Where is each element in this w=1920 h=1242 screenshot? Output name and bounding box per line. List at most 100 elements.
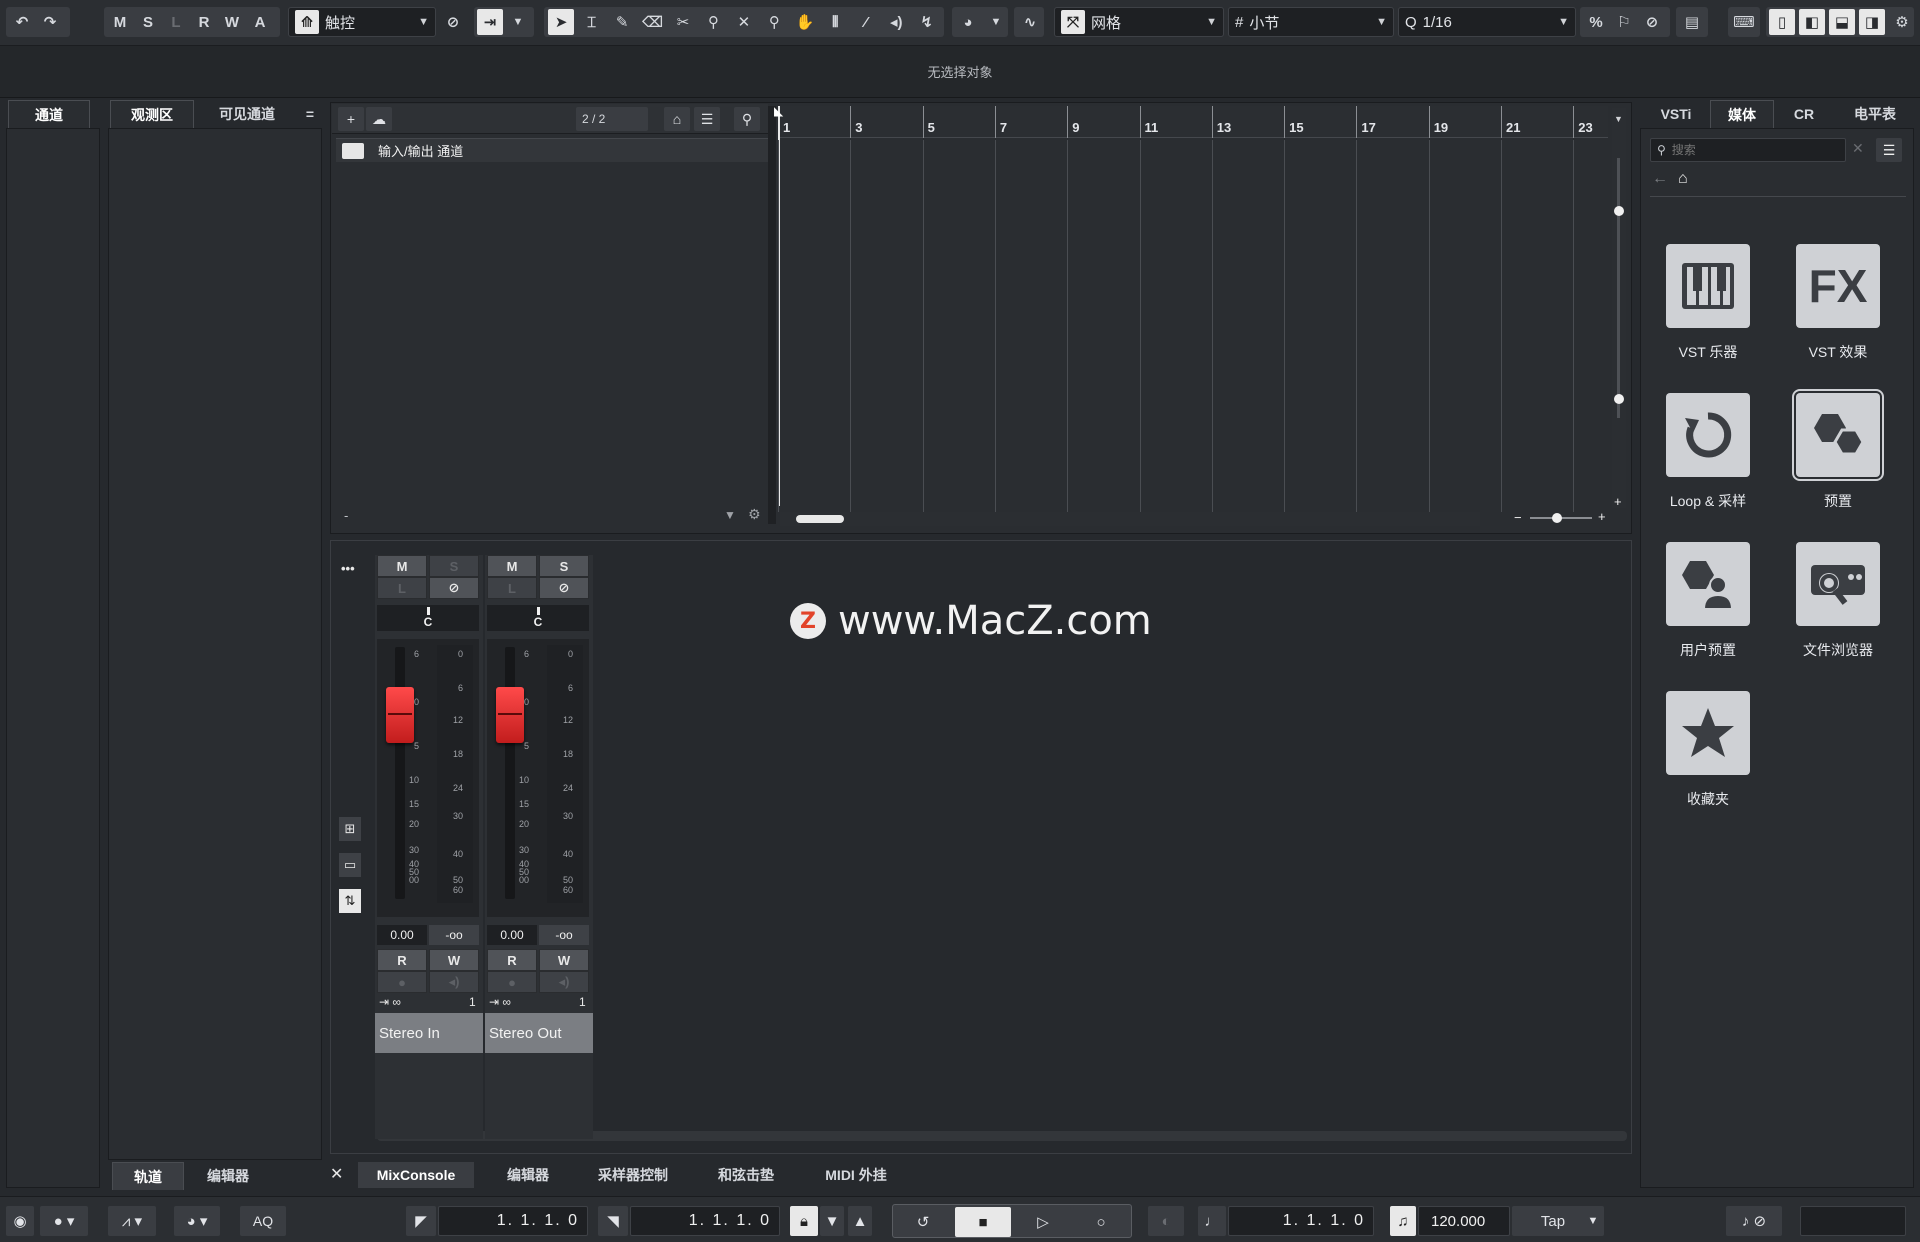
back-arrow-icon[interactable]: ← [1652, 170, 1668, 188]
tab-chord-pads[interactable]: 和弦击垫 [694, 1162, 798, 1188]
channel-name[interactable]: Stereo Out [485, 1013, 593, 1053]
fade-curve-icon[interactable]: ∿ [1017, 9, 1043, 35]
split-icon[interactable]: ✂ [670, 9, 696, 35]
bypass-icon[interactable]: ⊘ [429, 577, 479, 599]
iterative-quantize-icon[interactable]: % [1583, 9, 1609, 35]
automation-state-button[interactable]: A [247, 9, 273, 35]
zoom-thumb[interactable] [1552, 513, 1562, 523]
chevron-down-icon[interactable]: ▼ [505, 9, 531, 35]
more-icon[interactable]: ••• [341, 561, 355, 576]
snap-type-select[interactable]: ⤧ 网格 ▼ [1054, 7, 1224, 37]
media-tile-favorites[interactable] [1666, 691, 1750, 775]
waveform-icon[interactable]: ⩘ ▾ [108, 1206, 156, 1236]
left-zone-icon[interactable]: ▯ [1769, 9, 1795, 35]
write-state-button[interactable]: W [219, 9, 245, 35]
picture-icon[interactable]: ▭ [339, 853, 361, 877]
grid-type-select[interactable]: # 小节 ▼ [1228, 7, 1394, 37]
quantize-presets-icon[interactable]: ⚐ [1611, 9, 1637, 35]
sync-icon[interactable]: ◉ [6, 1206, 34, 1236]
cycle-icon[interactable]: ↺ [895, 1207, 951, 1237]
midi-activity-icon[interactable]: ♪ ⊘ [1726, 1206, 1782, 1236]
tab-mixconsole[interactable]: MixConsole [358, 1162, 474, 1188]
chevron-down-icon[interactable]: ▼ [1582, 1206, 1604, 1236]
clear-search-icon[interactable]: ✕ [1852, 140, 1864, 157]
erase-icon[interactable]: ⌫ [640, 9, 666, 35]
channel-mute-button[interactable]: M [487, 555, 537, 577]
left-locator-icon[interactable]: ◣ [774, 104, 783, 118]
listen-state-button[interactable]: L [163, 9, 189, 35]
quantize-select[interactable]: Q 1/16 ▼ [1398, 7, 1576, 37]
keyboard-icon[interactable]: ⌨ [1731, 9, 1757, 35]
draw-icon[interactable]: ✎ [609, 9, 635, 35]
solo-state-button[interactable]: S [135, 9, 161, 35]
zoom-in-icon[interactable]: + [1614, 494, 1622, 509]
punch-in-icon[interactable]: ▼ [820, 1206, 844, 1236]
add-track-icon[interactable]: + [338, 107, 364, 131]
left-rack-icon[interactable]: ◧ [1799, 9, 1825, 35]
home-icon[interactable]: ⌂ [664, 107, 690, 131]
channel-mute-button[interactable]: M [377, 555, 427, 577]
media-tile-vst-instruments[interactable] [1666, 244, 1750, 328]
select-icon[interactable]: ➤ [548, 9, 575, 35]
stop-icon[interactable]: ■ [955, 1207, 1011, 1237]
ruler[interactable]: 1 3 5 7 9 11 13 15 17 19 21 23 [778, 106, 1608, 138]
glue-icon[interactable]: ⚲ [700, 9, 726, 35]
routing-icon[interactable]: ⇥ ∞ [489, 995, 511, 1009]
range-icon[interactable]: ⌶ [579, 9, 605, 35]
volume-value[interactable]: 0.00 [487, 925, 537, 945]
volume-fader[interactable] [496, 687, 524, 743]
channel-name[interactable]: Stereo In [375, 1013, 483, 1053]
zoom-icon[interactable]: ⚲ [761, 9, 787, 35]
peak-value[interactable]: -oo [429, 925, 479, 945]
monitor-icon[interactable]: ◂) [539, 971, 589, 993]
tempo-field[interactable]: 120.000 [1418, 1206, 1510, 1236]
tempo-track-icon[interactable]: ♫ [1390, 1206, 1416, 1236]
media-tile-vst-effects[interactable]: FX [1796, 244, 1880, 328]
zoom-in-icon[interactable]: + [1598, 509, 1606, 524]
automation-write-button[interactable]: W [429, 949, 479, 971]
tab-visibility[interactable]: 可见通道 [200, 100, 294, 128]
folder-track-row[interactable]: 输入/输出 通道 [336, 138, 768, 162]
media-tile-file-browser[interactable] [1796, 542, 1880, 626]
color-icon[interactable]: ◕ [955, 9, 981, 35]
gear-icon[interactable]: ⚙ [748, 506, 761, 523]
comp-icon[interactable]: ↯ [914, 9, 940, 35]
add-cloud-icon[interactable]: ☁ [366, 107, 392, 131]
left-zone-menu-icon[interactable]: = [298, 100, 322, 128]
record-enable-icon[interactable]: ● [377, 971, 427, 993]
media-tile-loops-samples[interactable] [1666, 393, 1750, 477]
volume-fader[interactable] [386, 687, 414, 743]
home-icon[interactable]: ⌂ [1678, 170, 1688, 188]
routing-icon[interactable]: ⇥ ∞ [379, 995, 401, 1009]
close-lower-zone-icon[interactable]: ✕ [330, 1164, 343, 1184]
record-enable-icon[interactable]: ● [487, 971, 537, 993]
auto-quantize-button[interactable]: AQ [240, 1206, 286, 1236]
media-search-input[interactable] [1671, 143, 1822, 157]
bypass-icon[interactable]: ⊘ [539, 577, 589, 599]
tab-media[interactable]: 媒体 [1710, 100, 1774, 128]
media-tile-user-presets[interactable] [1666, 542, 1750, 626]
undo-icon[interactable]: ↶ [9, 9, 35, 35]
automation-write-button[interactable]: W [539, 949, 589, 971]
redo-icon[interactable]: ↷ [37, 9, 63, 35]
suspend-icon[interactable]: ⊘ [440, 9, 466, 35]
automation-read-button[interactable]: R [487, 949, 537, 971]
pan-control[interactable]: C [487, 605, 589, 631]
timewarp-icon[interactable]: ⫴ [822, 9, 848, 35]
punch-out-icon[interactable]: ▲ [848, 1206, 872, 1236]
channel-listen-button[interactable]: L [377, 577, 427, 599]
channel-solo-button[interactable]: S [539, 555, 589, 577]
settings-icon[interactable]: ⚙ [1889, 9, 1915, 35]
right-locator-field[interactable]: 1. 1. 1. 0 [630, 1206, 780, 1236]
tab-channel[interactable]: 通道 [8, 100, 90, 128]
chevron-down-icon[interactable]: ▼ [724, 508, 736, 522]
tab-vsti[interactable]: VSTi [1644, 100, 1708, 128]
rack-icon[interactable]: ⊞ [339, 817, 361, 841]
record-mode-select[interactable]: ● ▾ [40, 1206, 88, 1236]
zoom-out-icon[interactable]: − [1514, 510, 1522, 525]
hand-icon[interactable]: ✋ [792, 9, 818, 35]
media-search-field[interactable]: ⚲ [1650, 138, 1846, 162]
peak-value[interactable]: -oo [539, 925, 589, 945]
metronome-off-icon[interactable]: ◐ [1148, 1206, 1184, 1236]
channel-solo-button[interactable]: S [429, 555, 479, 577]
